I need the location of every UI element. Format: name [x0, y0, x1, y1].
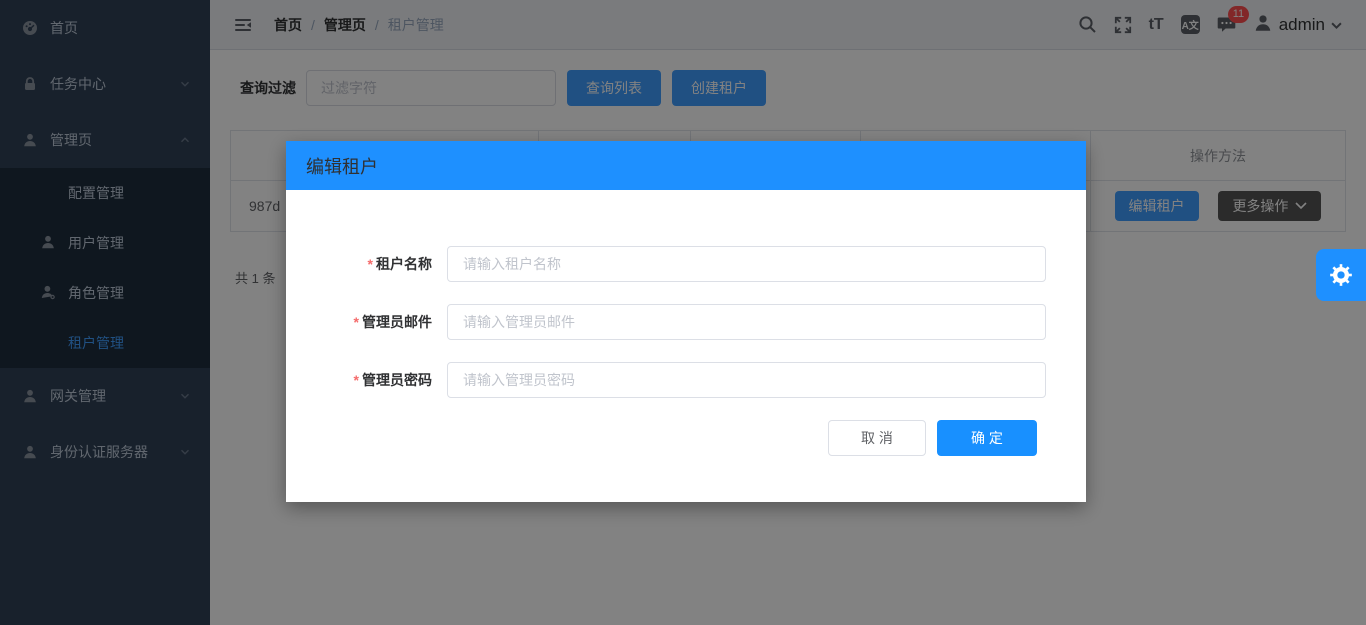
admin-email-input[interactable] [447, 304, 1046, 340]
tenant-name-label: *租户名称 [286, 254, 432, 274]
admin-password-input[interactable] [447, 362, 1046, 398]
confirm-button[interactable]: 确 定 [937, 420, 1037, 456]
admin-password-label: *管理员密码 [286, 370, 432, 390]
required-marker: * [354, 372, 359, 388]
cancel-button[interactable]: 取 消 [828, 420, 926, 456]
required-marker: * [368, 256, 373, 272]
edit-tenant-modal: 编辑租户 *租户名称 *管理员邮件 *管理员密码 取 消 确 定 [286, 141, 1086, 502]
admin-password-row: *管理员密码 [286, 362, 1086, 398]
modal-header: 编辑租户 [286, 141, 1086, 190]
tenant-name-row: *租户名称 [286, 246, 1086, 282]
required-marker: * [354, 314, 359, 330]
gear-icon [1328, 262, 1354, 288]
admin-email-label: *管理员邮件 [286, 312, 432, 332]
modal-title: 编辑租户 [306, 153, 378, 179]
tenant-name-input[interactable] [447, 246, 1046, 282]
admin-email-row: *管理员邮件 [286, 304, 1086, 340]
settings-gear-button[interactable] [1316, 249, 1366, 301]
